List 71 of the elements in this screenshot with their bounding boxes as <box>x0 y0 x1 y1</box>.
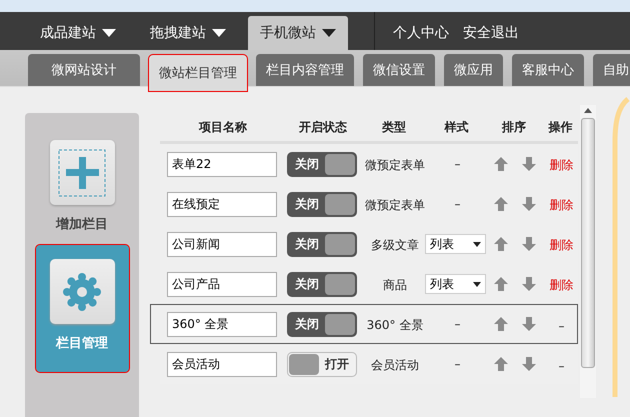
sub-tab[interactable]: 微信设置 <box>363 54 435 86</box>
arrow-down-icon[interactable] <box>521 276 537 292</box>
type-text: 微预定表单 <box>365 198 425 212</box>
delete-link[interactable]: 删除 <box>550 198 574 212</box>
dash-text: – <box>454 157 460 171</box>
style-dropdown[interactable]: 列表 <box>425 274 486 294</box>
dash-text: – <box>558 358 564 372</box>
name-field[interactable]: 公司新闻 <box>167 232 277 256</box>
nav-menu-item[interactable]: 拖拽建站 <box>138 16 238 50</box>
column-header: 类型 <box>381 118 407 136</box>
toggle-switch[interactable]: 关闭 <box>287 312 357 336</box>
column-header: 操作 <box>547 118 574 136</box>
type-text: 会员活动 <box>371 358 419 372</box>
arrow-up-icon[interactable] <box>493 356 509 372</box>
column-header: 开启状态 <box>298 118 348 136</box>
nav-link[interactable]: 个人中心 <box>393 16 449 50</box>
arrow-up-icon[interactable] <box>493 196 509 212</box>
dash-text: – <box>454 317 460 331</box>
column-header: 样式 <box>443 118 470 136</box>
type-text: 商品 <box>383 278 407 292</box>
name-field[interactable]: 在线预定 <box>167 192 277 216</box>
plus-icon <box>58 148 106 196</box>
sub-tab[interactable]: 微网站设计 <box>28 54 140 86</box>
arrow-down-icon[interactable] <box>521 236 537 252</box>
caret-icon <box>473 242 481 246</box>
arrow-down-icon[interactable] <box>521 196 537 212</box>
arrow-up-icon[interactable] <box>493 316 509 332</box>
nav-menu-item[interactable]: 成品建站 <box>28 16 128 50</box>
caret-icon <box>322 29 336 37</box>
arrow-up-icon[interactable] <box>493 156 509 172</box>
caret-icon <box>102 29 116 37</box>
name-field[interactable]: 表单22 <box>167 152 277 176</box>
arrow-down-icon[interactable] <box>521 356 537 372</box>
name-field[interactable]: 公司产品 <box>167 272 277 296</box>
scrollbar-thumb[interactable] <box>581 118 595 368</box>
type-text: 多级文章 <box>371 238 419 252</box>
nav-menu-item[interactable]: 手机微站 <box>248 16 348 50</box>
type-text: 微预定表单 <box>365 158 425 172</box>
arrow-up-icon[interactable] <box>493 236 509 252</box>
scrollbar[interactable] <box>580 105 596 398</box>
sub-tab[interactable]: 微站栏目管理 <box>149 55 247 91</box>
toggle-switch[interactable]: 关闭 <box>287 192 357 216</box>
settings-icon <box>62 272 102 312</box>
caret-icon <box>473 282 481 286</box>
toggle-switch[interactable]: 打开 <box>287 352 357 376</box>
arrow-down-icon[interactable] <box>521 156 537 172</box>
dash-text: – <box>454 197 460 211</box>
sidebar-item[interactable]: 增加栏目 <box>36 140 128 233</box>
delete-link[interactable]: 删除 <box>550 278 574 292</box>
sub-tab[interactable]: 客服中心 <box>512 54 584 86</box>
style-dropdown[interactable]: 列表 <box>425 234 486 254</box>
sub-tab[interactable]: 微应用 <box>444 54 503 86</box>
dash-text: – <box>558 318 564 332</box>
scroll-up-icon[interactable] <box>584 108 592 113</box>
dash-text: – <box>454 357 460 371</box>
toggle-switch[interactable]: 关闭 <box>287 272 357 296</box>
caret-icon <box>212 29 226 37</box>
type-text: 360° 全景 <box>366 318 424 332</box>
name-field[interactable]: 会员活动 <box>167 352 277 376</box>
toggle-switch[interactable]: 关闭 <box>287 232 357 256</box>
sub-tab[interactable]: 栏目内容管理 <box>256 54 354 86</box>
nav-link[interactable]: 安全退出 <box>463 16 519 50</box>
delete-link[interactable]: 删除 <box>550 158 574 172</box>
arrow-up-icon[interactable] <box>493 276 509 292</box>
toggle-switch[interactable]: 关闭 <box>287 152 357 176</box>
sub-tab[interactable]: 自助 <box>593 54 630 86</box>
delete-link[interactable]: 删除 <box>550 238 574 252</box>
arrow-down-icon[interactable] <box>521 316 537 332</box>
name-field[interactable]: 360° 全景 <box>167 312 277 336</box>
column-header: 项目名称 <box>198 118 248 136</box>
column-header: 排序 <box>500 118 527 136</box>
